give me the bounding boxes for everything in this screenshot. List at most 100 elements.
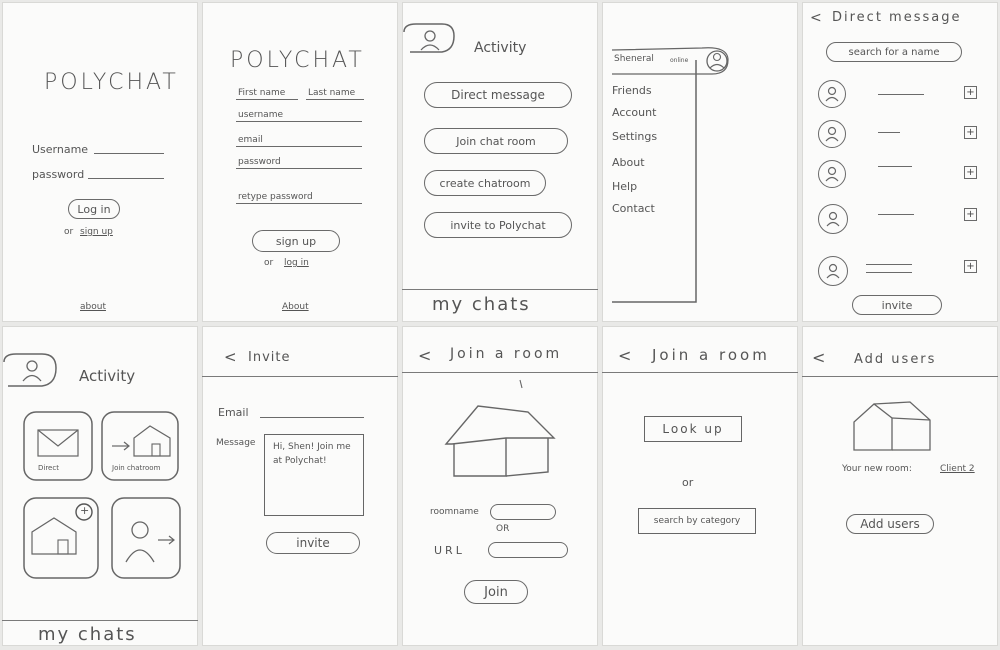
menu-settings[interactable]: Settings <box>612 130 657 143</box>
about-link[interactable]: About <box>282 302 309 312</box>
or-text: or <box>64 227 74 237</box>
email-input[interactable] <box>260 417 364 418</box>
sketch-add-users: < Add users Your new room: Client 2 Add … <box>802 326 998 646</box>
back-icon[interactable]: < <box>224 348 237 366</box>
header-divider <box>602 372 798 373</box>
menu-about[interactable]: About <box>612 156 645 169</box>
avatar-icon <box>818 204 848 234</box>
sketch-side-menu: Sheneral online Friends Account Settings… <box>602 2 798 322</box>
message-textarea[interactable]: Hi, Shen! Join me at Polychat! <box>264 434 364 516</box>
contact-name-line <box>878 166 912 167</box>
contact-name-line <box>878 214 914 215</box>
contact-name-line <box>878 132 900 133</box>
password-input[interactable] <box>236 168 362 169</box>
password-label: password <box>32 168 85 181</box>
sketch-activity-grid: Activity Direct Join chatroom + my chats <box>2 326 198 646</box>
page-title: Direct message <box>832 10 962 25</box>
avatar-icon <box>818 120 846 148</box>
password-input[interactable] <box>88 178 164 179</box>
email-label: Email <box>218 406 249 419</box>
contact-name-line <box>866 264 912 265</box>
sketch-join-room-lookup: < Join a room Look up or search by categ… <box>602 326 798 646</box>
roomname-input[interactable] <box>490 504 556 520</box>
header-divider <box>402 372 598 373</box>
house-icon <box>853 401 931 451</box>
url-input[interactable] <box>488 542 568 558</box>
join-chatroom-tile-label: Join chatroom <box>112 464 161 472</box>
avatar-icon <box>818 160 846 188</box>
page-title: Activity <box>474 40 527 56</box>
sketch-activity-list: Activity Direct message Join chat room c… <box>402 2 598 322</box>
contact-name-line <box>866 272 912 273</box>
invite-button[interactable]: invite <box>266 532 360 554</box>
create-chatroom-button[interactable]: create chatroom <box>424 170 546 196</box>
search-by-category-button[interactable]: search by category <box>638 508 756 534</box>
search-input[interactable]: search for a name <box>826 42 962 62</box>
app-title: POLYCHAT <box>230 48 365 73</box>
sketch-login: POLYCHAT Username password Log in or sig… <box>2 2 198 322</box>
add-contact-button[interactable]: + <box>964 208 977 221</box>
or-text: or <box>264 258 274 268</box>
sketch-board: POLYCHAT Username password Log in or sig… <box>0 0 1000 650</box>
or-text: OR <box>496 524 510 534</box>
sketch-invite: < Invite Email Message Hi, Shen! Join me… <box>202 326 398 646</box>
direct-tile-label: Direct <box>38 464 59 472</box>
email-label: email <box>238 135 263 145</box>
new-room-name: Client 2 <box>940 464 975 474</box>
online-status: online <box>670 57 689 64</box>
back-icon[interactable]: < <box>810 10 822 26</box>
join-chat-room-button[interactable]: Join chat room <box>424 128 568 154</box>
url-label: URL <box>434 544 465 557</box>
login-link[interactable]: log in <box>284 258 309 268</box>
sketch-direct-message: < Direct message search for a name + + +… <box>802 2 998 322</box>
add-contact-button[interactable]: + <box>964 166 977 179</box>
back-icon[interactable]: < <box>812 348 825 367</box>
page-title: Activity <box>79 367 136 385</box>
signup-button[interactable]: sign up <box>252 230 340 252</box>
my-chats-label: my chats <box>432 294 531 315</box>
invite-button[interactable]: invite to Polychat <box>424 212 572 238</box>
back-icon[interactable]: < <box>618 346 631 365</box>
direct-message-button[interactable]: Direct message <box>424 82 572 108</box>
avatar-icon <box>818 80 846 108</box>
avatar-icon <box>818 256 848 286</box>
add-users-button[interactable]: Add users <box>846 514 934 534</box>
my-chats-label: my chats <box>38 624 137 645</box>
last-name-input[interactable] <box>306 99 364 100</box>
about-link[interactable]: about <box>80 302 106 312</box>
menu-account[interactable]: Account <box>612 106 656 119</box>
back-icon[interactable]: < <box>418 346 431 365</box>
username-input[interactable] <box>236 121 362 122</box>
password-label: password <box>238 157 281 167</box>
username-input[interactable] <box>94 153 164 154</box>
signup-link[interactable]: sign up <box>80 227 113 237</box>
last-name-label: Last name <box>308 88 356 98</box>
sketch-signup: POLYCHAT First name Last name username e… <box>202 2 398 322</box>
first-name-label: First name <box>238 88 286 98</box>
header-divider <box>802 376 998 377</box>
login-button[interactable]: Log in <box>68 199 120 219</box>
first-name-input[interactable] <box>236 99 298 100</box>
contact-name-line <box>878 94 924 95</box>
menu-contact[interactable]: Contact <box>612 202 655 215</box>
add-contact-button[interactable]: + <box>964 86 977 99</box>
page-title: Join a room <box>450 346 563 362</box>
header-divider <box>202 376 398 377</box>
message-label: Message <box>216 438 256 448</box>
menu-friends[interactable]: Friends <box>612 84 652 97</box>
user-name: Sheneral <box>614 54 654 64</box>
lookup-button[interactable]: Look up <box>644 416 742 442</box>
retype-input[interactable] <box>236 203 362 204</box>
invite-button[interactable]: invite <box>852 295 942 315</box>
add-contact-button[interactable]: + <box>964 126 977 139</box>
page-title: Add users <box>854 352 937 367</box>
plus-icon: + <box>80 504 90 517</box>
email-input[interactable] <box>236 146 362 147</box>
sketch-join-room: < Join a room roomname OR URL Join <box>402 326 598 646</box>
bottom-divider <box>402 289 598 290</box>
add-contact-button[interactable]: + <box>964 260 977 273</box>
join-button[interactable]: Join <box>464 580 528 604</box>
username-label: username <box>238 110 283 120</box>
menu-help[interactable]: Help <box>612 180 637 193</box>
invite-tile-button[interactable] <box>112 498 180 578</box>
